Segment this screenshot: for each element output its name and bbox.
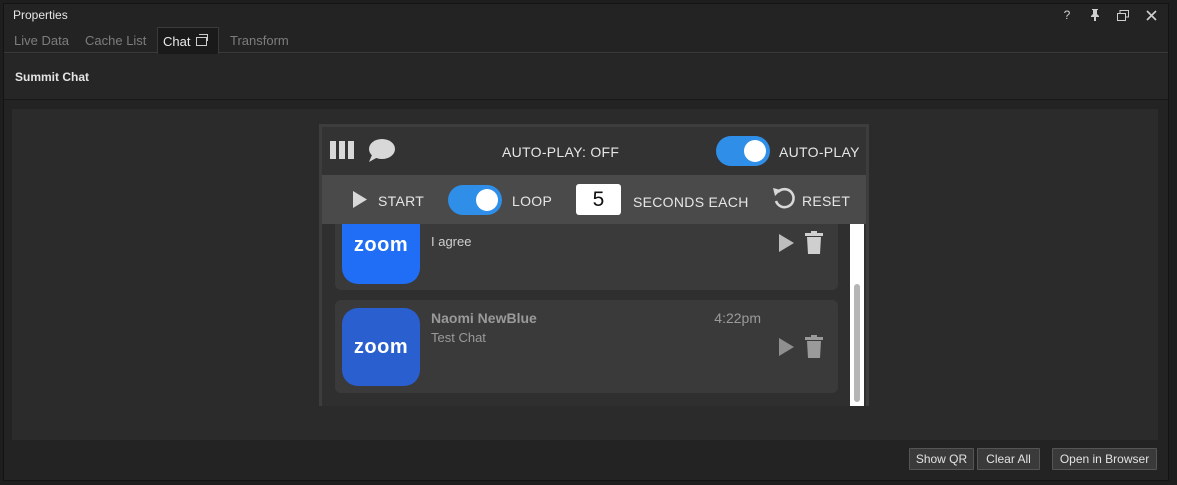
autoplay-label: AUTO-PLAY bbox=[779, 144, 860, 160]
tab-live-data[interactable]: Live Data bbox=[14, 27, 69, 53]
chat-panel: AUTO-PLAY: OFF AUTO-PLAY START LOOP 5 SE… bbox=[319, 124, 869, 406]
scrollbar-thumb[interactable] bbox=[854, 284, 860, 402]
window-title: Properties bbox=[13, 8, 68, 22]
zoom-logo-icon: zoom bbox=[342, 224, 420, 284]
open-in-browser-button[interactable]: Open in Browser bbox=[1052, 448, 1157, 470]
chat-bubble-icon[interactable] bbox=[368, 138, 396, 163]
chat-message-time: 4:22pm bbox=[714, 310, 761, 326]
title-bar-icons: ? bbox=[1056, 6, 1162, 24]
play-message-icon[interactable] bbox=[779, 234, 794, 252]
playback-toolbar: START LOOP 5 SECONDS EACH RESET bbox=[322, 175, 866, 224]
section-header: Summit Chat bbox=[4, 54, 1168, 100]
trash-icon[interactable] bbox=[805, 231, 823, 254]
chat-message-text: I agree bbox=[431, 234, 472, 249]
tab-strip: Live Data Cache List Chat Transform bbox=[4, 27, 1168, 54]
trash-icon[interactable] bbox=[805, 335, 823, 358]
chat-message-card[interactable]: zoom Naomi NewBlue Test Chat 4:22pm bbox=[335, 300, 838, 393]
chat-message-card[interactable]: zoom I agree bbox=[335, 224, 838, 290]
zoom-logo-icon: zoom bbox=[342, 308, 420, 386]
chat-content-area: AUTO-PLAY: OFF AUTO-PLAY START LOOP 5 SE… bbox=[12, 109, 1158, 440]
chat-sender-name: Naomi NewBlue bbox=[431, 310, 537, 326]
restore-icon[interactable] bbox=[1112, 6, 1134, 24]
show-qr-button[interactable]: Show QR bbox=[909, 448, 974, 470]
pin-icon[interactable] bbox=[1084, 6, 1106, 24]
tab-cache-list[interactable]: Cache List bbox=[85, 27, 146, 53]
toggle-knob bbox=[476, 189, 498, 211]
tab-chat[interactable]: Chat bbox=[157, 27, 219, 54]
section-title: Summit Chat bbox=[15, 70, 90, 84]
toggle-knob bbox=[744, 140, 766, 162]
title-bar: Properties ? bbox=[4, 4, 1168, 26]
autoplay-status: AUTO-PLAY: OFF bbox=[502, 144, 620, 160]
loop-label: LOOP bbox=[512, 193, 553, 209]
loop-toggle[interactable] bbox=[448, 185, 502, 215]
clear-all-button[interactable]: Clear All bbox=[977, 448, 1040, 470]
reset-button[interactable]: RESET bbox=[802, 193, 850, 209]
seconds-input[interactable]: 5 bbox=[576, 184, 621, 215]
tab-chat-label: Chat bbox=[163, 34, 191, 49]
tab-transform[interactable]: Transform bbox=[230, 27, 289, 53]
autoplay-toggle[interactable] bbox=[716, 136, 770, 166]
close-icon[interactable] bbox=[1140, 6, 1162, 24]
reset-icon[interactable] bbox=[772, 186, 796, 212]
chat-message-list[interactable]: zoom I agree zoom Naomi NewBlue Test Cha… bbox=[322, 224, 866, 406]
chat-message-text: Test Chat bbox=[431, 330, 486, 345]
help-icon[interactable]: ? bbox=[1056, 6, 1078, 24]
properties-window: Properties ? Live Data Cache List Chat T… bbox=[3, 3, 1169, 481]
columns-icon[interactable] bbox=[330, 141, 354, 159]
popout-icon[interactable] bbox=[196, 34, 209, 46]
play-message-icon[interactable] bbox=[779, 338, 794, 356]
seconds-label: SECONDS EACH bbox=[633, 194, 749, 210]
top-toolbar: AUTO-PLAY: OFF AUTO-PLAY bbox=[322, 127, 866, 175]
start-play-icon[interactable] bbox=[353, 191, 367, 208]
list-scrollbar[interactable] bbox=[850, 224, 864, 406]
start-button[interactable]: START bbox=[378, 193, 424, 209]
